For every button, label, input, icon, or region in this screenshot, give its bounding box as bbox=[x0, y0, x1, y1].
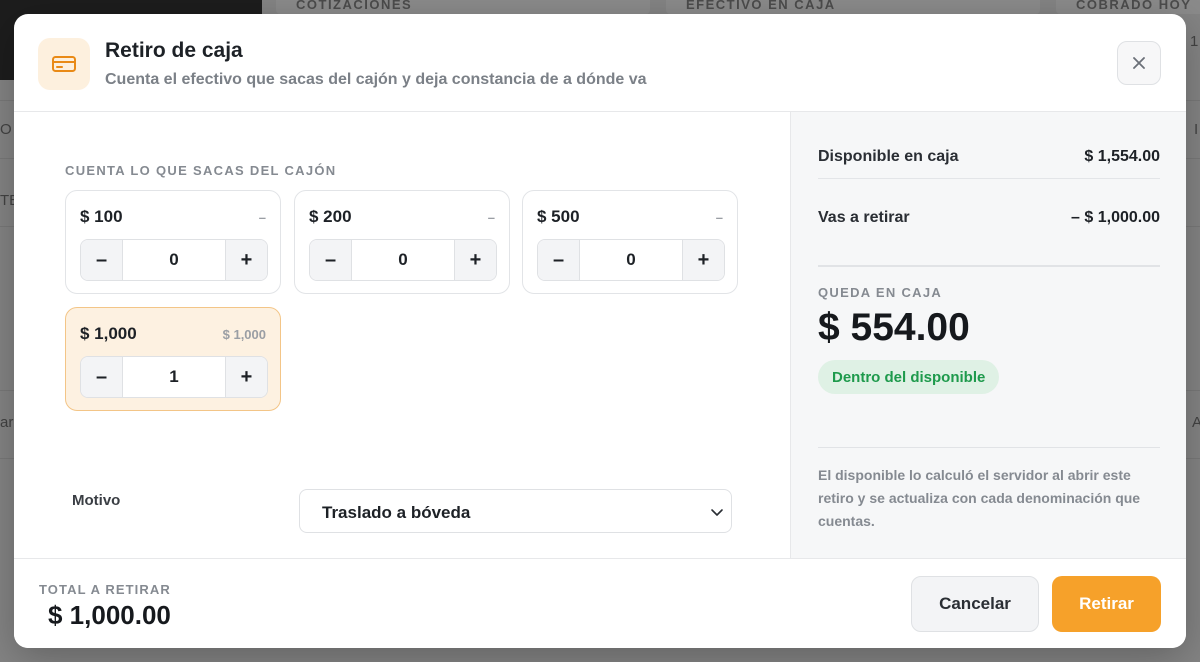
motivo-select[interactable]: Traslado a bóveda bbox=[299, 489, 732, 533]
denomination-subtotal: – bbox=[258, 210, 266, 225]
summary-divider bbox=[818, 447, 1160, 448]
quantity-stepper: – 0 + bbox=[80, 239, 268, 281]
available-row: Disponible en caja $ 1,554.00 bbox=[818, 112, 1160, 179]
quantity-stepper: – 1 + bbox=[80, 356, 268, 398]
status-badge: Dentro del disponible bbox=[818, 360, 1000, 394]
remaining-value: $ 554.00 bbox=[818, 306, 970, 349]
banknote-card-icon bbox=[38, 38, 90, 90]
close-icon bbox=[1133, 57, 1145, 69]
denomination-label: $ 1,000 bbox=[80, 324, 137, 343]
total-label: TOTAL A RETIRAR bbox=[39, 582, 171, 597]
quantity-value[interactable]: 0 bbox=[123, 240, 225, 280]
decrement-button[interactable]: – bbox=[310, 240, 352, 280]
increment-button[interactable]: + bbox=[225, 357, 267, 397]
denomination-panel: CUENTA LO QUE SACAS DEL CAJÓN $ 100 – – … bbox=[14, 112, 790, 558]
decrement-button[interactable]: – bbox=[538, 240, 580, 280]
denomination-label: $ 100 bbox=[80, 207, 123, 226]
withdraw-value: – $ 1,000.00 bbox=[1071, 209, 1160, 226]
quantity-stepper: – 0 + bbox=[537, 239, 725, 281]
denomination-card-100: $ 100 – – 0 + bbox=[65, 190, 281, 294]
motivo-label: Motivo bbox=[72, 492, 121, 509]
summary-divider bbox=[818, 265, 1160, 267]
increment-button[interactable]: + bbox=[682, 240, 724, 280]
cancel-button[interactable]: Cancelar bbox=[911, 576, 1039, 632]
quantity-stepper: – 0 + bbox=[309, 239, 497, 281]
denomination-card-1000: $ 1,000 $ 1,000 – 1 + bbox=[65, 307, 281, 411]
modal-title: Retiro de caja bbox=[105, 39, 243, 62]
decrement-button[interactable]: – bbox=[81, 240, 123, 280]
denomination-subtotal: – bbox=[487, 210, 495, 225]
modal-footer: TOTAL A RETIRAR $ 1,000.00 Cancelar Reti… bbox=[14, 558, 1186, 648]
decrement-button[interactable]: – bbox=[81, 357, 123, 397]
summary-panel: Disponible en caja $ 1,554.00 Vas a reti… bbox=[790, 112, 1186, 558]
motivo-selected-value: Traslado a bóveda bbox=[322, 503, 471, 522]
denomination-subtotal: – bbox=[715, 210, 723, 225]
withdraw-row: Vas a retirar – $ 1,000.00 bbox=[818, 179, 1160, 241]
withdraw-button[interactable]: Retirar bbox=[1052, 576, 1161, 632]
denomination-label: $ 200 bbox=[309, 207, 352, 226]
total-value: $ 1,000.00 bbox=[48, 600, 171, 630]
section-label: CUENTA LO QUE SACAS DEL CAJÓN bbox=[65, 163, 337, 178]
info-note: El disponible lo calculó el servidor al … bbox=[818, 467, 1141, 529]
withdraw-label: Vas a retirar bbox=[818, 209, 910, 226]
modal-header: Retiro de caja Cuenta el efectivo que sa… bbox=[14, 14, 1186, 112]
denomination-card-500: $ 500 – – 0 + bbox=[522, 190, 738, 294]
chevron-down-icon bbox=[711, 509, 723, 516]
denomination-subtotal: $ 1,000 bbox=[222, 327, 266, 342]
available-label: Disponible en caja bbox=[818, 148, 959, 165]
denomination-label: $ 500 bbox=[537, 207, 580, 226]
withdraw-modal: Retiro de caja Cuenta el efectivo que sa… bbox=[14, 14, 1186, 648]
increment-button[interactable]: + bbox=[454, 240, 496, 280]
remaining-label: QUEDA EN CAJA bbox=[818, 285, 943, 300]
available-value: $ 1,554.00 bbox=[1084, 148, 1160, 165]
close-button[interactable] bbox=[1117, 41, 1161, 85]
denomination-card-200: $ 200 – – 0 + bbox=[294, 190, 510, 294]
quantity-value[interactable]: 0 bbox=[352, 240, 454, 280]
modal-subtitle: Cuenta el efectivo que sacas del cajón y… bbox=[105, 71, 647, 88]
quantity-value[interactable]: 0 bbox=[580, 240, 682, 280]
quantity-value[interactable]: 1 bbox=[123, 357, 225, 397]
increment-button[interactable]: + bbox=[225, 240, 267, 280]
